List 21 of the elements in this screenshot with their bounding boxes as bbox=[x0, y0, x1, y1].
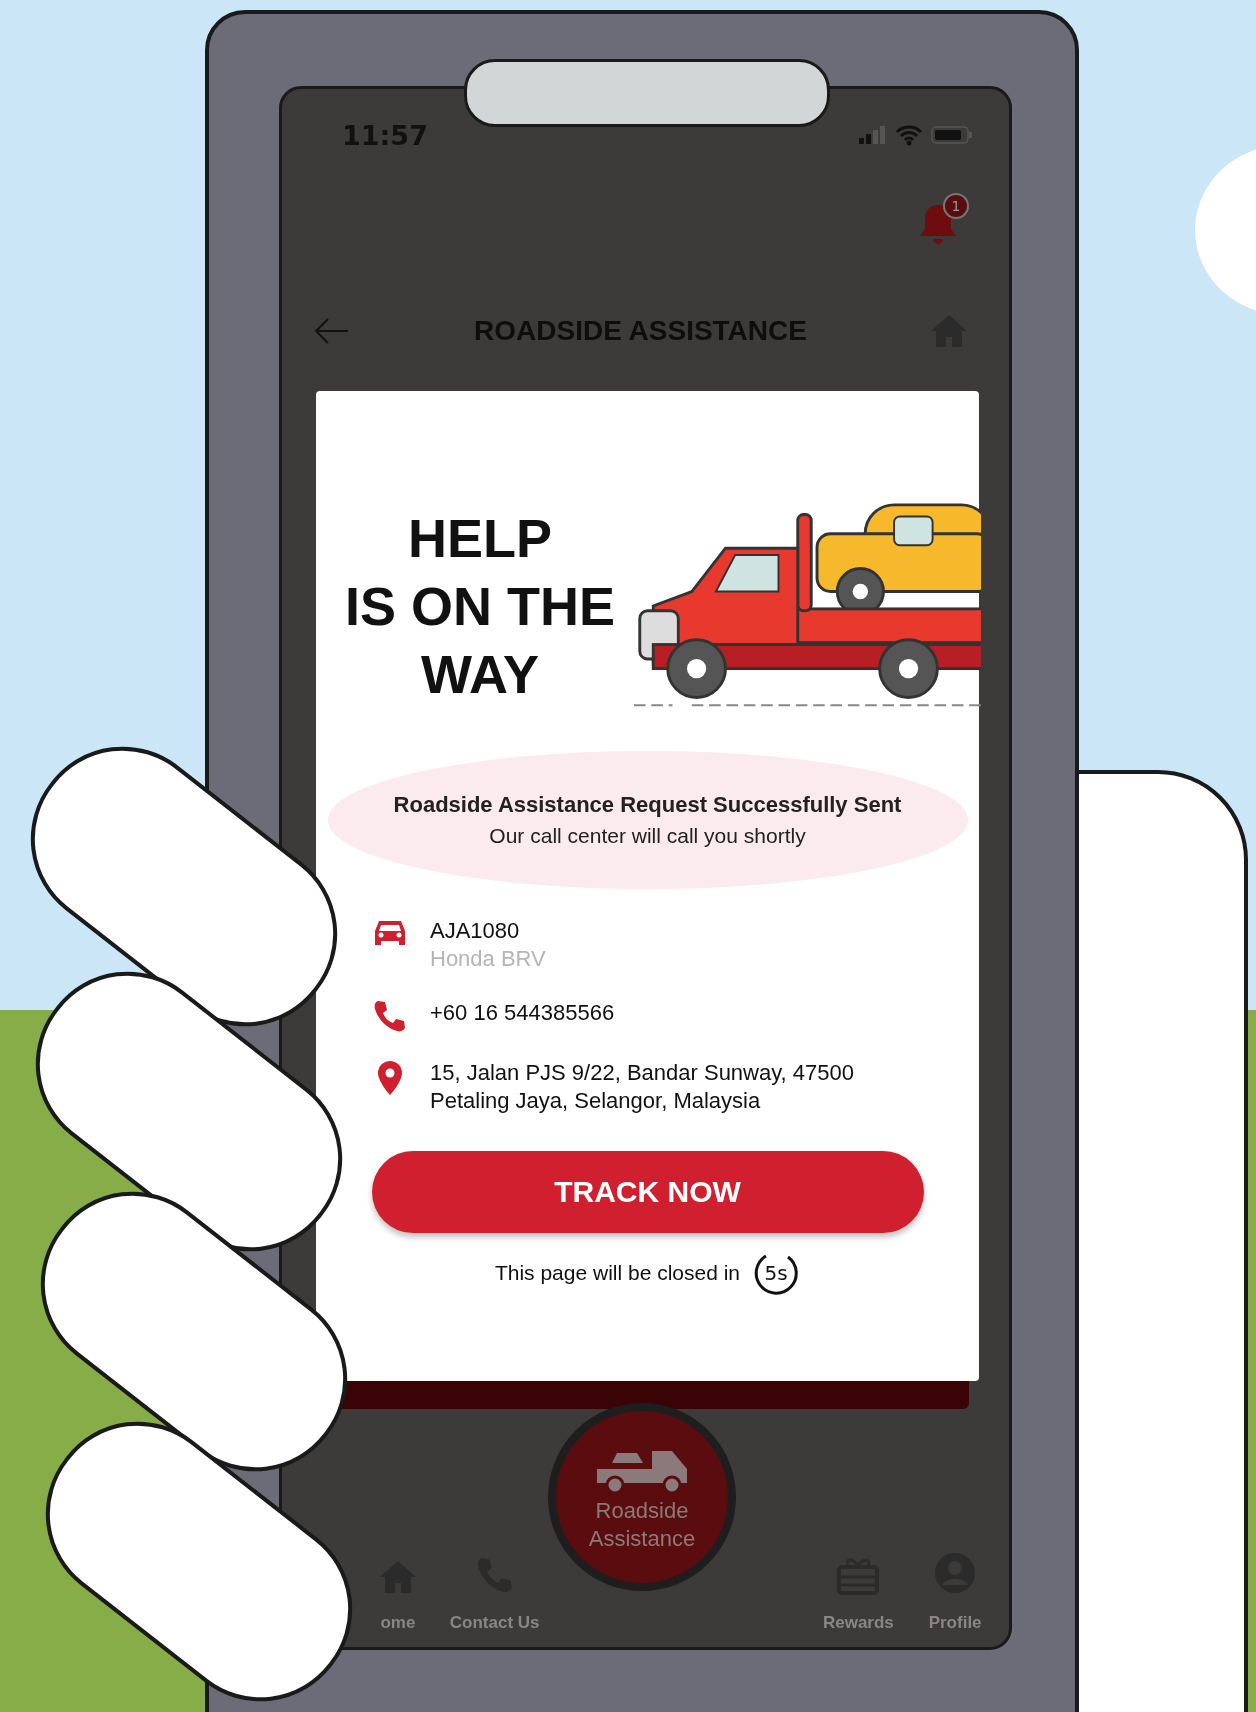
headline: HELP IS ON THE WAY bbox=[344, 507, 617, 706]
nav-tab[interactable]: ome bbox=[377, 1559, 418, 1633]
battery-icon bbox=[931, 125, 973, 145]
wifi-icon bbox=[895, 124, 923, 146]
nav-tab[interactable]: Profile bbox=[928, 1551, 982, 1633]
message-subtitle: Our call center will call you shortly bbox=[489, 824, 806, 848]
nav-tab[interactable]: Rewards bbox=[822, 1555, 894, 1633]
roadside-assistance-button[interactable]: Roadside Assistance bbox=[548, 1403, 736, 1591]
detail-text: AJA1080 bbox=[430, 917, 521, 945]
detail-text: Petaling Jaya, Selangor, Malaysia bbox=[430, 1087, 762, 1115]
vehicle-model: Honda BRV bbox=[430, 945, 546, 973]
closing-notice: This page will be closed in bbox=[494, 1261, 741, 1285]
message-title: Roadside Assistance Request Successfully Sent bbox=[393, 792, 902, 818]
notification-badge: 1 bbox=[943, 193, 969, 219]
signal-icon bbox=[857, 125, 887, 145]
countdown-timer: 5s bbox=[752, 1249, 801, 1297]
nav-tab[interactable]: Contact Us bbox=[449, 1555, 540, 1633]
detail-text: 15, Jalan PJS 9/22, Bandar Sunway, 47500 bbox=[430, 1059, 854, 1087]
phone-icon bbox=[372, 999, 408, 1033]
track-now-button[interactable]: TRACK NOW bbox=[371, 1151, 924, 1233]
detail-text: +60 16 544385566 bbox=[430, 999, 615, 1027]
